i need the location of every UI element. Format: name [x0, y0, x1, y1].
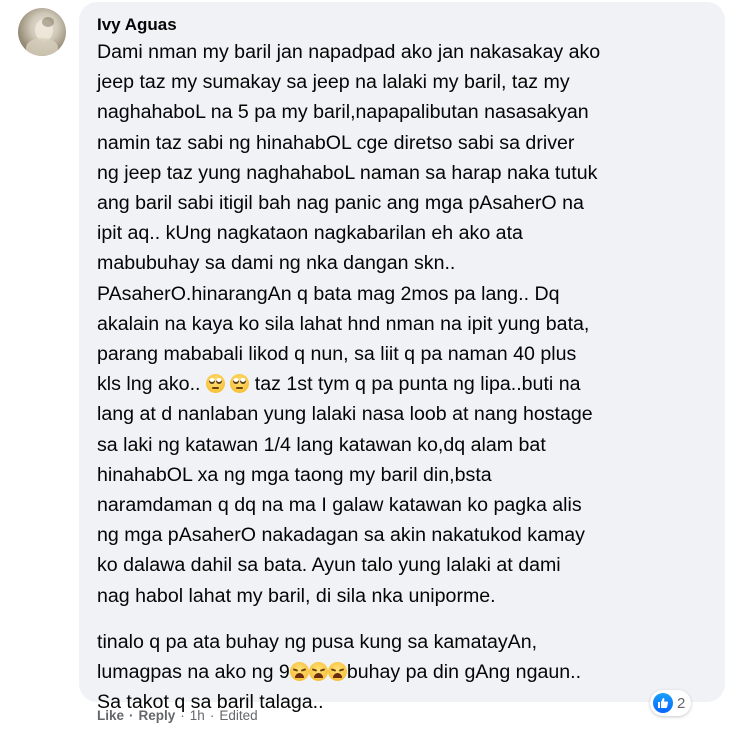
rolling-eyes-emoji-icon — [230, 374, 250, 394]
comment-line: tinalo q pa ata buhay ng pusa kung sa ka… — [97, 630, 538, 653]
comment-line: naramdaman q dq na ma I galaw katawan ko… — [97, 494, 582, 517]
comment-line: hinahabOL xa ng mga taong my baril din,b… — [97, 463, 492, 486]
rolling-eyes-emoji-icon — [205, 374, 225, 394]
comment-text-segment: buhay pa din gAng ngaun.. — [346, 661, 582, 684]
comment-paragraph-2: tinalo q pa ata buhay ng pusa kung sa ka… — [97, 627, 707, 718]
edited-label[interactable]: Edited — [219, 708, 257, 723]
comment-line: ng jeep taz yung naghahaboL naman sa har… — [97, 161, 598, 184]
comment-line-with-emoji: kls lng ako.. taz 1st tym q pa punta ng … — [97, 369, 707, 399]
comment-timestamp[interactable]: 1h — [190, 708, 205, 723]
separator: · — [129, 708, 134, 723]
reaction-count: 2 — [677, 694, 686, 712]
like-button[interactable]: Like — [97, 708, 124, 723]
comment-line: lang at d nanlaban yung lalaki nasa loob… — [97, 403, 593, 426]
reply-button[interactable]: Reply — [139, 708, 176, 723]
comment-line: sa laki ng katawan 1/4 lang katawan ko,d… — [97, 433, 546, 456]
disappointed-face-emoji-icon — [308, 662, 328, 682]
comment-line: Dami nman my baril jan napadpad ako jan … — [97, 41, 601, 63]
comment-line: ang baril sabi itigil bah nag panic ang … — [97, 192, 584, 215]
comment-author-name[interactable]: Ivy Aguas — [97, 15, 707, 35]
comment-line-with-emoji: lumagpas na ako ng 9 buhay pa din gAng ng… — [97, 657, 707, 687]
disappointed-face-emoji-icon — [289, 662, 309, 682]
disappointed-face-emoji-icon — [327, 662, 347, 682]
separator: · — [180, 708, 185, 723]
comment-bubble: Ivy Aguas Dami nman my baril jan napadpa… — [79, 2, 725, 713]
comment-line: akalain na kaya ko sila lahat hnd nman n… — [97, 312, 590, 335]
comment-line: jeep taz my sumakay sa jeep na lalaki my… — [97, 71, 570, 94]
commenter-avatar[interactable] — [18, 8, 66, 56]
comment-line: ko dalawa dahil sa bata. Ayun talo yung … — [97, 554, 561, 577]
comment-line: parang mababali likod q nun, sa liit q p… — [97, 343, 577, 366]
like-reaction-icon — [653, 693, 673, 713]
comment-text-segment: lumagpas na ako ng 9 — [97, 661, 290, 684]
comment-line: PAsaherO.hinarangAn q bata mag 2mos pa l… — [97, 282, 560, 305]
comment-line: namin taz sabi ng hinahabOL cge diretso … — [97, 131, 575, 154]
comment-line: naghahaboL na 5 pa my baril,napapalibuta… — [97, 101, 589, 124]
comment-text-segment: kls lng ako.. — [97, 373, 206, 396]
comment-line: ng mga pAsaherO nakadagan sa akin nakatu… — [97, 524, 585, 547]
separator: · — [209, 708, 215, 723]
comment-line: nag habol lahat my baril, di sila nka un… — [97, 584, 496, 607]
comment-paragraph-1: Dami nman my baril jan napadpad ako jan … — [97, 37, 707, 611]
reaction-summary[interactable]: 2 — [650, 690, 692, 716]
comment-line: ipit aq.. kUng nagkataon nagkabarilan eh… — [97, 222, 523, 245]
comment-actions: Like · Reply · 1h · Edited — [97, 708, 258, 723]
comment-line: mabubuhay sa dami ng nka dangan skn.. — [97, 252, 456, 275]
comment-text-segment: taz 1st tym q pa punta ng lipa..buti na — [249, 373, 581, 396]
